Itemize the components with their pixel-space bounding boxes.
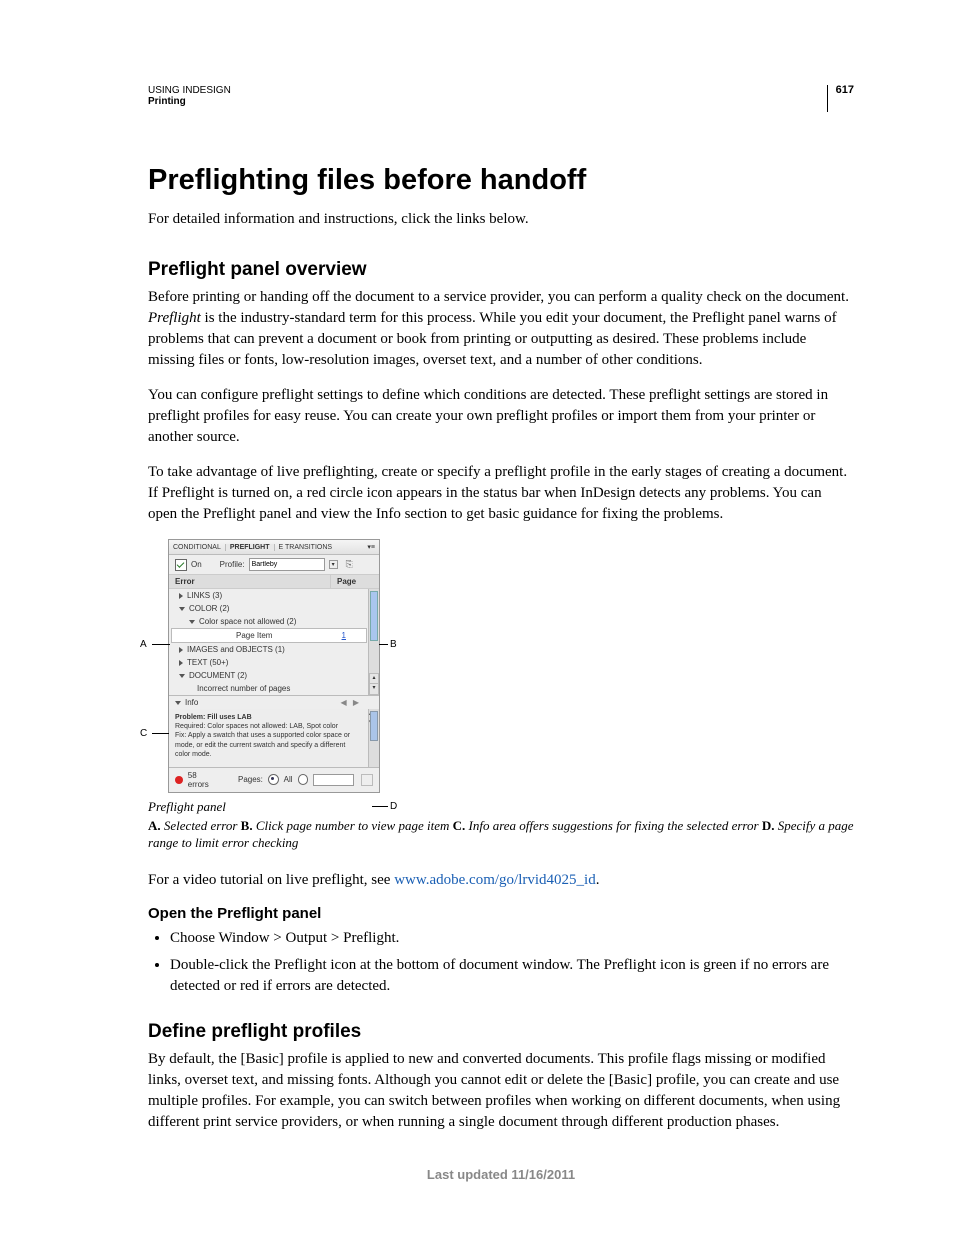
on-checkbox[interactable] (175, 559, 187, 571)
profile-select[interactable] (249, 558, 325, 571)
row-page-item[interactable]: Page Item 1 (171, 628, 367, 643)
radio-all-label: All (284, 775, 293, 784)
expand-icon[interactable] (179, 647, 183, 653)
error-list: ▴ ▾ LINKS (3) COLOR (2) Color space not … (169, 589, 379, 695)
status-row: 58 errors Pages: All (169, 768, 379, 792)
collapse-icon[interactable] (179, 607, 185, 611)
row-color-child-label: Color space not allowed (2) (199, 617, 296, 626)
p1a: Before printing or handing off the docum… (148, 289, 849, 305)
bullet-2: Double-click the Preflight icon at the b… (170, 955, 854, 997)
legend-b-text: Click page number to view page item (253, 818, 453, 833)
info-required: Required: Color spaces not allowed: LAB,… (175, 722, 361, 731)
legend-c-text: Info area offers suggestions for fixing … (465, 818, 762, 833)
video-link[interactable]: www.adobe.com/go/lrvid4025_id (394, 872, 596, 888)
video-line-a: For a video tutorial on live preflight, … (148, 872, 394, 888)
row-text-label: TEXT (50+) (187, 658, 228, 667)
expand-icon[interactable] (179, 660, 183, 666)
info-nav-icons[interactable]: ◀ ▶ (340, 698, 373, 707)
panel-profile-row: On Profile: ▾ ⎘ (169, 555, 379, 574)
video-line-b: . (596, 872, 600, 888)
row-images[interactable]: IMAGES and OBJECTS (1) (169, 643, 379, 656)
h3-open-panel: Open the Preflight panel (148, 905, 854, 922)
overview-p1: Before printing or handing off the docum… (148, 287, 854, 371)
row-document-label: DOCUMENT (2) (189, 671, 247, 680)
expand-icon[interactable] (179, 593, 183, 599)
overview-p3: To take advantage of live preflighting, … (148, 462, 854, 525)
header-section: Printing (148, 96, 231, 107)
radio-range[interactable] (298, 774, 309, 785)
callout-a: A (140, 639, 147, 650)
panel-menu-icon[interactable]: ▾≡ (363, 543, 379, 551)
intro-text: For detailed information and instruction… (148, 209, 854, 229)
h2-overview: Preflight panel overview (148, 259, 854, 281)
pages-label: Pages: (238, 775, 263, 784)
legend-d-label: D. (762, 818, 775, 833)
figure-legend: A. Selected error B. Click page number t… (148, 817, 854, 852)
error-status-icon (175, 776, 183, 784)
p1b: is the industry-standard term for this p… (148, 310, 837, 368)
info-body: ▴▾ Problem: Fill uses LAB Required: Colo… (169, 709, 379, 767)
open-panel-steps: Choose Window > Output > Preflight. Doub… (148, 928, 854, 997)
col-page: Page (330, 575, 379, 588)
row-document-child-label: Incorrect number of pages (189, 684, 290, 693)
info-header[interactable]: Info ◀ ▶ (169, 695, 379, 709)
resize-grip-icon[interactable] (361, 774, 373, 786)
legend-a-text: Selected error (161, 818, 241, 833)
video-line: For a video tutorial on live preflight, … (148, 870, 854, 891)
info-fix: Fix: Apply a swatch that uses a supporte… (175, 731, 361, 758)
figure-preflight-panel: A B C D CONDITIONAL PREFLIGHT E TRANSITI… (148, 539, 854, 792)
error-count: 58 errors (188, 771, 219, 789)
page-link[interactable]: 1 (342, 631, 360, 640)
panel-tabs: CONDITIONAL PREFLIGHT E TRANSITIONS ▾≡ (169, 540, 379, 555)
row-color-child[interactable]: Color space not allowed (2) (169, 615, 379, 628)
row-page-item-label: Page Item (206, 631, 272, 640)
row-color[interactable]: COLOR (2) (169, 602, 379, 615)
info-label: Info (185, 698, 198, 707)
profile-dropdown-icon[interactable]: ▾ (329, 560, 338, 569)
legend-b-label: B. (241, 818, 253, 833)
bullet-1: Choose Window > Output > Preflight. (170, 928, 854, 949)
row-text[interactable]: TEXT (50+) (169, 656, 379, 669)
info-problem: Problem: Fill uses LAB (175, 713, 361, 722)
tab-preflight[interactable]: PREFLIGHT (225, 544, 275, 551)
callout-b: B (390, 639, 397, 650)
tab-conditional[interactable]: CONDITIONAL (169, 544, 225, 551)
header-product: USING INDESIGN (148, 85, 231, 96)
grid-header: Error Page (169, 574, 379, 589)
info-scrollbar[interactable]: ▴▾ (368, 709, 379, 766)
overview-p2: You can configure preflight settings to … (148, 385, 854, 448)
tab-transitions[interactable]: E TRANSITIONS (275, 544, 337, 551)
page-title: Preflighting files before handoff (148, 164, 854, 197)
h2-define: Define preflight profiles (148, 1021, 854, 1043)
callout-b-label: B (390, 639, 397, 650)
row-links-label: LINKS (3) (187, 591, 222, 600)
collapse-icon[interactable] (179, 674, 185, 678)
callout-d: D (390, 801, 397, 812)
embed-profile-icon[interactable]: ⎘ (346, 559, 353, 570)
row-images-label: IMAGES and OBJECTS (1) (187, 645, 285, 654)
row-links[interactable]: LINKS (3) (169, 589, 379, 602)
page-number: 617 (827, 85, 854, 112)
page-range-input[interactable] (313, 774, 354, 786)
row-document-child[interactable]: Incorrect number of pages (169, 682, 379, 695)
footer-updated: Last updated 11/16/2011 (148, 1167, 854, 1182)
figure-caption: Preflight panel (148, 799, 854, 815)
legend-c-label: C. (453, 818, 466, 833)
legend-a-label: A. (148, 818, 161, 833)
col-error: Error (169, 575, 330, 588)
callout-a-label: A (140, 639, 147, 650)
collapse-icon[interactable] (175, 701, 181, 705)
row-document[interactable]: DOCUMENT (2) (169, 669, 379, 682)
on-label: On (191, 560, 202, 569)
preflight-panel: CONDITIONAL PREFLIGHT E TRANSITIONS ▾≡ O… (168, 539, 380, 792)
row-color-label: COLOR (2) (189, 604, 229, 613)
callout-c: C (140, 728, 147, 739)
radio-all[interactable] (268, 774, 279, 785)
term-preflight: Preflight (148, 310, 201, 326)
collapse-icon[interactable] (189, 620, 195, 624)
define-p1: By default, the [Basic] profile is appli… (148, 1049, 854, 1133)
profile-label: Profile: (220, 560, 245, 569)
callout-d-label: D (390, 801, 397, 812)
callout-c-label: C (140, 728, 147, 739)
